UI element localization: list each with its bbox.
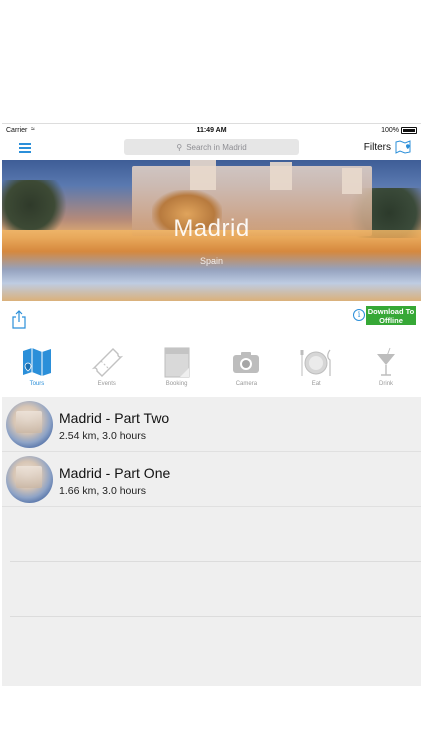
category-label: Drink [379, 381, 394, 387]
battery-percent: 100% [381, 127, 399, 134]
filters-button[interactable]: Filters [364, 142, 391, 153]
city-title: Madrid [173, 215, 250, 242]
category-booking[interactable]: Booking [142, 345, 212, 397]
cocktail-icon [377, 347, 396, 376]
action-row: i Download To Offline [2, 301, 421, 345]
category-label: Tours [29, 381, 45, 387]
city-hero-image: Madrid Spain [2, 160, 421, 301]
info-icon[interactable]: i [353, 309, 365, 321]
tour-details: 1.66 km, 3.0 hours [59, 485, 146, 497]
map-icon [22, 348, 51, 376]
status-bar: Carrier ≈ 11:49 AM 100% [2, 124, 421, 138]
app-screen: Carrier ≈ 11:49 AM 100% ⚲ Search in Madr… [2, 123, 421, 686]
tour-details: 2.54 km, 3.0 hours [59, 430, 146, 442]
list-item[interactable]: Madrid - Part One 1.66 km, 3.0 hours [2, 452, 421, 507]
tour-thumbnail [6, 401, 53, 448]
plate-icon [300, 349, 331, 376]
tour-title: Madrid - Part Two [59, 410, 170, 426]
search-input[interactable]: ⚲ Search in Madrid [124, 139, 299, 155]
category-label: Booking [165, 381, 188, 387]
category-events[interactable]: Events [72, 345, 142, 397]
country-subtitle: Spain [199, 256, 224, 266]
empty-row [10, 562, 421, 617]
tour-list: Madrid - Part Two 2.54 km, 3.0 hours Mad… [2, 397, 421, 686]
category-label: Eat [311, 381, 321, 387]
ticket-icon [91, 348, 123, 377]
category-tours[interactable]: Tours [2, 345, 72, 397]
category-drink[interactable]: Drink [351, 345, 421, 397]
category-eat[interactable]: Eat [281, 345, 351, 397]
search-placeholder: Search in Madrid [186, 142, 247, 152]
camera-icon [233, 352, 260, 373]
category-label: Camera [235, 381, 258, 387]
download-offline-button[interactable]: Download To Offline [366, 306, 416, 325]
category-bar: Tours Events Booking Camera Eat Drink [2, 345, 421, 397]
tour-title: Madrid - Part One [59, 465, 171, 481]
share-icon[interactable] [11, 310, 27, 329]
battery-icon [401, 127, 417, 134]
list-item[interactable]: Madrid - Part Two 2.54 km, 3.0 hours [2, 397, 421, 452]
category-label: Events [97, 381, 116, 387]
category-camera[interactable]: Camera [211, 345, 281, 397]
clock: 11:49 AM [196, 127, 227, 134]
tour-thumbnail [6, 456, 53, 503]
menu-icon[interactable] [19, 143, 31, 153]
empty-row [10, 507, 421, 562]
map-icon[interactable] [395, 140, 411, 154]
book-icon [164, 347, 190, 378]
nav-bar: ⚲ Search in Madrid Filters [2, 138, 421, 160]
search-icon: ⚲ [176, 142, 183, 152]
